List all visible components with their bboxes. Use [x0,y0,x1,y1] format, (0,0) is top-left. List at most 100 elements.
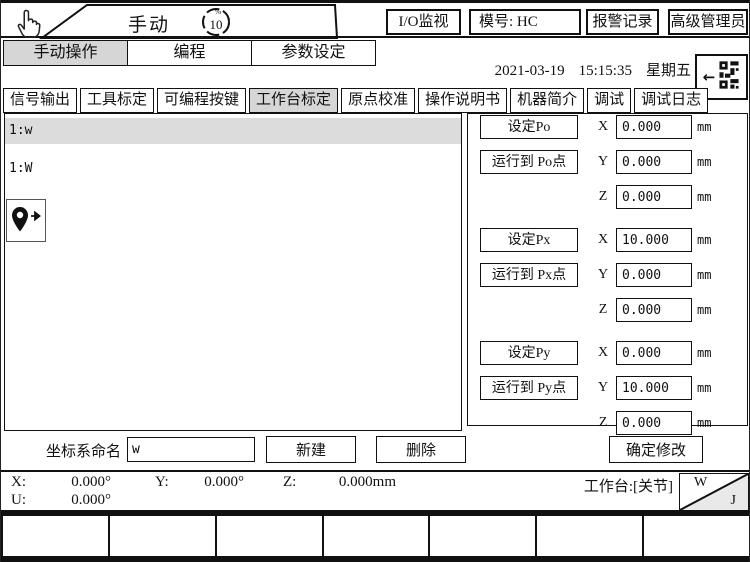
bottom-strip [1,556,750,562]
po-y-input[interactable] [616,150,692,174]
subtab-debug-log[interactable]: 调试日志 [634,88,708,113]
subtab-machine-intro[interactable]: 机器简介 [510,88,584,113]
po-x-input[interactable] [616,115,692,139]
unit-mm: mm [697,346,711,360]
px-z-input[interactable] [616,298,692,322]
date-text: 2021-03-19 [495,63,565,79]
point-group-px: 设定Px 运行到 Px点 X mm Y mm Z mm [468,228,747,322]
unit-mm: mm [697,233,711,247]
subtab-programmable-keys[interactable]: 可编程按键 [157,88,246,113]
unit-mm: mm [697,155,711,169]
unit-mm: mm [697,303,711,317]
status-y-value: 0.000° [169,474,244,491]
point-group-po: 设定Po 运行到 Po点 X mm Y mm Z mm [468,115,747,209]
locate-point-button[interactable] [6,199,46,242]
set-po-button[interactable]: 设定Po [480,115,578,139]
py-y-input[interactable] [616,376,692,400]
map-pin-icon [12,207,28,232]
subtab-tool-calibration[interactable]: 工具标定 [80,88,154,113]
point-settings-panel: 设定Po 运行到 Po点 X mm Y mm Z mm [467,113,748,426]
tab-programming[interactable]: 编程 [127,40,252,66]
subtab-debug[interactable]: 调试 [587,88,631,113]
status-x-value: 0.000° [31,474,111,491]
naming-label: 坐标系命名 [46,440,121,461]
subtab-origin-calibration[interactable]: 原点校准 [341,88,415,113]
io-monitor-button[interactable]: I/O监视 [386,9,461,35]
status-y-label: Y: [155,474,169,491]
softkey-7[interactable] [644,516,750,556]
softkey-5[interactable] [430,516,537,556]
po-z-input[interactable] [616,185,692,209]
pin-arrow-icon [31,212,40,219]
axis-x-label: X [590,119,616,135]
axis-z-label: Z [590,302,616,318]
px-x-input[interactable] [616,228,692,252]
status-x-label: X: [11,474,26,491]
softkey-4[interactable] [324,516,431,556]
axis-y-label: Y [590,267,616,283]
unit-mm: mm [697,190,711,204]
py-x-input[interactable] [616,341,692,365]
speed-unit: % [212,7,224,16]
status-z-value: 0.000mm [301,474,396,491]
po-x-row: X mm [590,115,711,139]
speed-value: 10 [199,17,233,33]
unit-mm: mm [697,381,711,395]
tab-parameter-settings[interactable]: 参数设定 [251,40,376,66]
softkey-1[interactable] [1,516,110,556]
unit-mm: mm [697,120,711,134]
tab-manual-operation[interactable]: 手动操作 [3,40,128,66]
weekday-text: 星期五 [646,63,691,79]
softkey-2[interactable] [110,516,217,556]
mode-label: 手动 [107,10,191,37]
po-y-row: Y mm [590,150,711,174]
run-to-px-button[interactable]: 运行到 Px点 [480,263,578,287]
delete-button[interactable]: 删除 [376,436,466,463]
px-y-input[interactable] [616,263,692,287]
set-px-button[interactable]: 设定Px [480,228,578,252]
status-u-value: 0.000° [31,492,111,509]
unit-mm: mm [697,268,711,282]
new-button[interactable]: 新建 [266,436,356,463]
po-z-row: Z mm [590,185,711,209]
model-number-box: 模号: HC [469,9,581,35]
joint-coord-label: J [731,493,736,509]
confirm-modify-button[interactable]: 确定修改 [609,436,703,463]
py-x-row: X mm [590,341,711,365]
subtab-worktable-calibration[interactable]: 工作台标定 [249,88,338,113]
coordinate-naming-row: 坐标系命名 新建 删除 确定修改 [1,434,750,465]
softkey-3[interactable] [217,516,324,556]
px-z-row: Z mm [590,298,711,322]
speed-dial-icon: % 10 [199,5,233,39]
world-coord-label: W [694,475,707,491]
coordinate-name-input[interactable] [127,437,255,462]
alarm-record-button[interactable]: 报警记录 [586,9,659,35]
softkey-6[interactable] [537,516,644,556]
sub-tab-bar: 信号输出 工具标定 可编程按键 工作台标定 原点校准 操作说明书 机器简介 调试… [3,88,708,113]
world-joint-toggle[interactable]: W J [679,473,749,511]
back-arrow-icon: ← [703,68,716,86]
run-to-po-button[interactable]: 运行到 Po点 [480,150,578,174]
axis-x-label: X [590,345,616,361]
softkey-bar [1,514,750,556]
unit-mm: mm [697,416,711,430]
run-to-py-button[interactable]: 运行到 Py点 [480,376,578,400]
point-group-py: 设定Py 运行到 Py点 X mm Y mm Z mm [468,341,747,435]
top-bar: 手动 % 10 I/O监视 模号: HC 报警记录 高级管理员 [1,0,750,38]
subtab-signal-output[interactable]: 信号输出 [3,88,77,113]
list-item[interactable]: 1:W [5,156,461,182]
machine-control-screen: 手动 % 10 I/O监视 模号: HC 报警记录 高级管理员 手动操作 编程 … [0,0,750,562]
qr-code-icon [718,60,740,95]
py-y-row: Y mm [590,376,711,400]
py-z-input[interactable] [616,411,692,435]
mode-banner: 手动 % 10 [37,3,351,40]
axis-x-label: X [590,232,616,248]
list-item-selected[interactable]: 1:w [5,118,461,144]
status-bar: X: 0.000° Y: 0.000° Z: 0.000mm U: 0.000°… [1,470,750,514]
axis-y-label: Y [590,154,616,170]
set-py-button[interactable]: 设定Py [480,341,578,365]
axis-z-label: Z [590,415,616,431]
time-text: 15:15:35 [579,63,632,79]
admin-level-button[interactable]: 高级管理员 [668,9,748,35]
subtab-operation-manual[interactable]: 操作说明书 [418,88,507,113]
